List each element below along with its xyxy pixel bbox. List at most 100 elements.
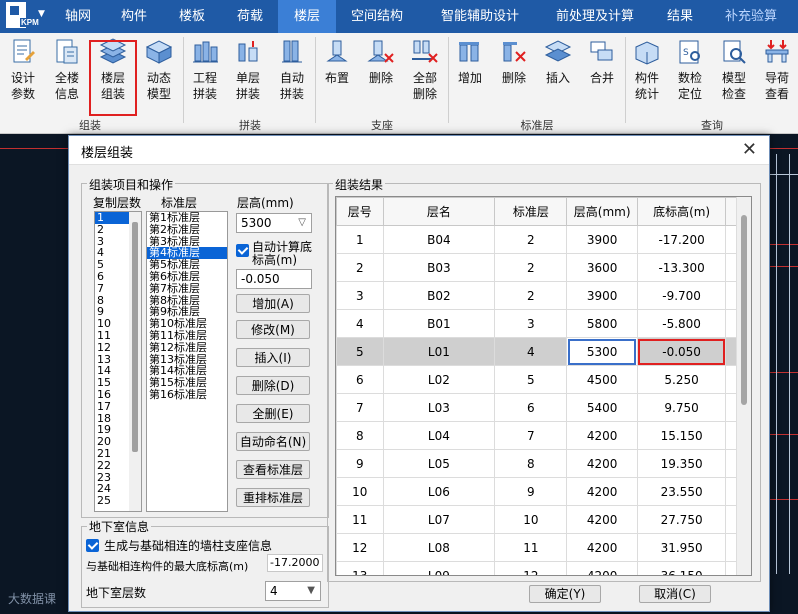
table-row[interactable]: 1 B04 2 3900 -17.200: [336, 225, 751, 254]
menu-results[interactable]: 结果: [658, 0, 702, 33]
table-cell[interactable]: L07: [382, 505, 496, 534]
table-row[interactable]: 7 L03 6 5400 9.750: [336, 393, 751, 422]
col-floor-name[interactable]: 层名: [382, 197, 496, 226]
table-cell[interactable]: 11: [336, 505, 384, 534]
delete-floor-button[interactable]: 删除(D): [236, 376, 310, 395]
table-cell[interactable]: 3900: [566, 281, 638, 310]
insert-floor-button[interactable]: 插入(I): [236, 348, 310, 367]
table-cell[interactable]: -17.200: [636, 225, 727, 254]
table-cell[interactable]: 4200: [566, 421, 638, 450]
table-cell[interactable]: 8: [336, 421, 384, 450]
table-cell[interactable]: 13: [336, 561, 384, 575]
std-floor-item[interactable]: 第12标准层: [147, 341, 227, 354]
table-cell[interactable]: L09: [382, 561, 496, 575]
table-cell[interactable]: 36.150: [636, 561, 727, 575]
table-row[interactable]: 3 B02 2 3900 -9.700: [336, 281, 751, 310]
table-cell[interactable]: 12: [494, 561, 568, 575]
table-cell[interactable]: 4500: [566, 365, 638, 394]
copy-count-list[interactable]: 1 2 3 4 5 6 7 8 9 10 11 12 13 14 15 16 17 18 19 20 21 22 23 24 2…: [94, 211, 142, 512]
building-info-button[interactable]: 全楼 信息: [47, 37, 87, 107]
reorder-std-floor-button[interactable]: 重排标准层: [236, 488, 310, 507]
table-cell[interactable]: 10: [494, 505, 568, 534]
std-floor-item[interactable]: 第7标准层: [147, 282, 227, 295]
std-floor-item[interactable]: 第2标准层: [147, 223, 227, 236]
menu-floors[interactable]: 楼层: [278, 0, 336, 33]
table-cell[interactable]: 4200: [566, 533, 638, 562]
max-elev-input[interactable]: -17.2000: [267, 554, 323, 572]
table-row[interactable]: 12 L08 11 4200 31.950: [336, 533, 751, 562]
result-table-scrollbar[interactable]: [736, 197, 751, 575]
table-cell[interactable]: 27.750: [636, 505, 727, 534]
gen-support-checkbox[interactable]: [86, 539, 99, 552]
table-cell[interactable]: 4200: [566, 505, 638, 534]
std-floor-add-button[interactable]: 增加: [450, 37, 490, 107]
table-cell[interactable]: 5.250: [636, 365, 727, 394]
table-cell[interactable]: 6: [336, 365, 384, 394]
table-cell[interactable]: L03: [382, 393, 496, 422]
table-cell[interactable]: 3600: [566, 253, 638, 282]
table-cell[interactable]: 5400: [566, 393, 638, 422]
table-cell[interactable]: 12: [336, 533, 384, 562]
table-cell[interactable]: -13.300: [636, 253, 727, 282]
auto-calc-elev-checkbox[interactable]: [236, 244, 249, 257]
table-cell[interactable]: 23.550: [636, 477, 727, 506]
table-cell[interactable]: 2: [494, 225, 568, 254]
std-floor-merge-button[interactable]: 合并: [582, 37, 622, 107]
table-cell[interactable]: -0.050: [636, 337, 727, 366]
add-floor-button[interactable]: 增加(A): [236, 294, 310, 313]
base-elevation-input[interactable]: -0.050: [236, 269, 312, 289]
table-cell[interactable]: 2: [336, 253, 384, 282]
table-cell[interactable]: 4: [336, 309, 384, 338]
table-cell[interactable]: L01: [382, 337, 496, 366]
table-cell[interactable]: -9.700: [636, 281, 727, 310]
cancel-button[interactable]: 取消(C): [639, 585, 711, 603]
auto-name-button[interactable]: 自动命名(N): [236, 432, 310, 451]
design-params-button[interactable]: 设计 参数: [3, 37, 43, 107]
std-floor-insert-button[interactable]: 插入: [538, 37, 578, 107]
table-cell[interactable]: 3: [336, 281, 384, 310]
view-std-floor-button[interactable]: 查看标准层: [236, 460, 310, 479]
col-floor-height[interactable]: 层高(mm): [566, 197, 638, 226]
modify-floor-button[interactable]: 修改(M): [236, 320, 310, 339]
table-cell[interactable]: 10: [336, 477, 384, 506]
close-icon[interactable]: ✕: [742, 139, 757, 160]
table-cell[interactable]: 19.350: [636, 449, 727, 478]
table-row[interactable]: 4 B01 3 5800 -5.800: [336, 309, 751, 338]
dialog-titlebar[interactable]: 楼层组装 ✕: [69, 136, 769, 165]
assembly-result-table[interactable]: 层号 层名 标准层 层高(mm) 底标高(m) 1 B04 2 3900 -17.200…: [335, 196, 752, 576]
table-row[interactable]: 8 L04 7 4200 15.150: [336, 421, 751, 450]
std-floor-delete-button[interactable]: 删除: [494, 37, 534, 107]
floor-height-select[interactable]: 5300 ▽: [236, 213, 312, 233]
app-logo[interactable]: KPM ▼: [0, 0, 50, 33]
member-stats-button[interactable]: 构件 统计: [627, 37, 667, 107]
table-cell[interactable]: 15.150: [636, 421, 727, 450]
table-cell[interactable]: 11: [494, 533, 568, 562]
col-floor-no[interactable]: 层号: [336, 197, 384, 226]
project-assembly-button[interactable]: 工程 拼装: [185, 37, 225, 107]
single-floor-assembly-button[interactable]: 单层 拼装: [228, 37, 268, 107]
table-cell[interactable]: 7: [336, 393, 384, 422]
table-cell[interactable]: 4: [494, 337, 568, 366]
support-place-button[interactable]: 布置: [317, 37, 357, 107]
menu-smart-design[interactable]: 智能辅助设计: [428, 0, 532, 33]
auto-assembly-button[interactable]: 自动 拼装: [272, 37, 312, 107]
std-floor-item[interactable]: 第11标准层: [147, 330, 227, 342]
table-cell[interactable]: 9: [336, 449, 384, 478]
table-cell[interactable]: 5800: [566, 309, 638, 338]
table-cell[interactable]: 4200: [566, 561, 638, 575]
table-cell[interactable]: L08: [382, 533, 496, 562]
col-base-elevation[interactable]: 底标高(m): [636, 197, 727, 226]
table-cell[interactable]: 4200: [566, 477, 638, 506]
menu-slab[interactable]: 楼板: [166, 0, 218, 33]
table-cell[interactable]: 2: [494, 253, 568, 282]
copy-count-scrollbar[interactable]: [129, 212, 141, 511]
table-row[interactable]: 10 L06 9 4200 23.550: [336, 477, 751, 506]
table-row[interactable]: 6 L02 5 4500 5.250: [336, 365, 751, 394]
chevron-down-icon[interactable]: ▼: [38, 9, 45, 19]
table-cell[interactable]: 9.750: [636, 393, 727, 422]
table-row[interactable]: 11 L07 10 4200 27.750: [336, 505, 751, 534]
data-check-button[interactable]: S 数检 定位: [670, 37, 710, 107]
table-cell[interactable]: 5: [336, 337, 384, 366]
support-delete-button[interactable]: 删除: [361, 37, 401, 107]
basement-count-select[interactable]: 4 ▼: [265, 581, 321, 601]
